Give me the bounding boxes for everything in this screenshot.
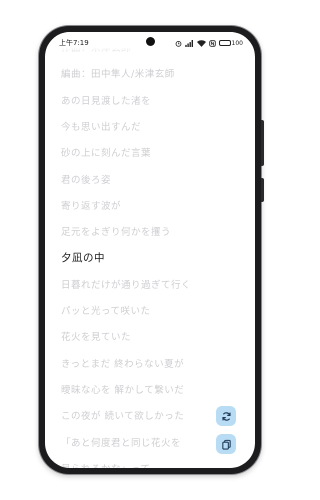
- sync-icon: [221, 411, 232, 422]
- lyric-line[interactable]: 日暮れだけが通り過ぎて行く: [61, 277, 191, 291]
- lyric-line[interactable]: 今も思い出すんだ: [61, 119, 141, 133]
- page: 上午7:19 100 編曲：田中隼人/米津玄師 あの日見渡した渚を 今も思い出す…: [0, 0, 300, 500]
- lyric-line[interactable]: 君の後ろ姿: [61, 172, 111, 186]
- lyric-line[interactable]: この夜が 続いて欲しかった: [61, 408, 184, 422]
- lyric-line[interactable]: 砂の上に刻んだ言葉: [61, 145, 151, 159]
- phone-frame: 上午7:19 100 編曲：田中隼人/米津玄師 あの日見渡した渚を 今も思い出す…: [39, 26, 264, 474]
- lyric-line[interactable]: 花火を見ていた: [61, 329, 131, 343]
- phone-screen: 上午7:19 100 編曲：田中隼人/米津玄師 あの日見渡した渚を 今も思い出す…: [45, 32, 255, 468]
- lyric-line[interactable]: 「あと何度君と同じ花火を: [61, 435, 181, 449]
- status-time: 上午7:19: [59, 39, 89, 47]
- sync-button[interactable]: [216, 406, 236, 426]
- front-camera: [146, 37, 155, 46]
- status-icons: 100: [175, 39, 243, 47]
- lyric-line[interactable]: きっとまだ 終わらない夏が: [61, 356, 184, 370]
- lyric-line[interactable]: 見られるかな」って: [61, 461, 151, 468]
- battery-indicator: 100: [218, 39, 243, 47]
- nfc-icon: [208, 39, 216, 47]
- volume-button: [261, 120, 264, 166]
- lyric-line[interactable]: 足元をよぎり何かを攫う: [61, 224, 171, 238]
- lyric-line[interactable]: 寄り返す波が: [61, 198, 121, 212]
- alarm-icon: [175, 40, 182, 47]
- lyric-line[interactable]: 編曲：田中隼人/米津玄師: [61, 66, 175, 80]
- lyric-line[interactable]: 曖昧な心を 解かして繋いだ: [61, 382, 184, 396]
- signal-icon: [184, 39, 194, 47]
- copy-icon: [221, 439, 232, 450]
- lyric-line-active[interactable]: 夕凪の中: [61, 250, 105, 265]
- copy-button[interactable]: [216, 434, 236, 454]
- battery-level: 100: [231, 39, 243, 47]
- battery-icon: [218, 40, 231, 46]
- power-button: [261, 178, 264, 202]
- wifi-icon: [196, 39, 206, 47]
- lyric-line[interactable]: あの日見渡した渚を: [61, 93, 151, 107]
- lyric-line[interactable]: パッと光って咲いた: [61, 303, 151, 317]
